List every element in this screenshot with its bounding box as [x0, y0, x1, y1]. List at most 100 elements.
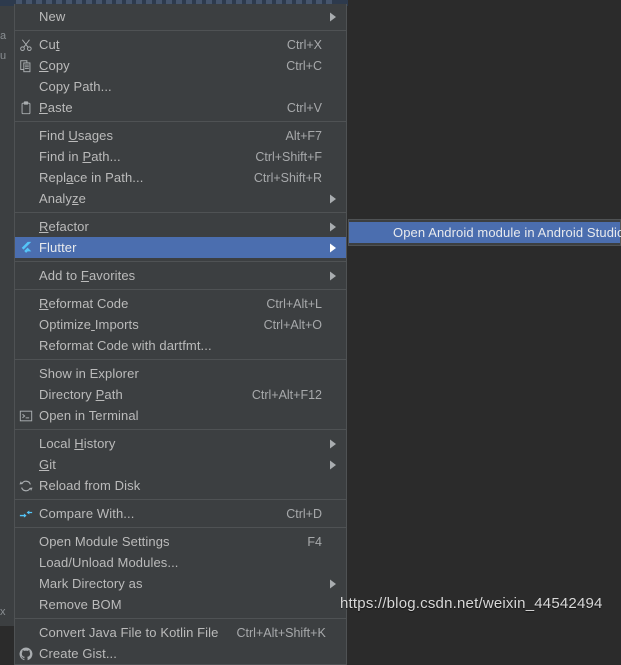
menu-item-label: Reformat Code [39, 296, 129, 311]
menu-separator [15, 527, 346, 528]
menu-item-label: Load/Unload Modules... [39, 555, 179, 570]
menu-separator [15, 429, 346, 430]
menu-item-label: Remove BOM [39, 597, 122, 612]
chevron-right-icon [326, 243, 340, 253]
menu-item-label: Add to Favorites [39, 268, 136, 283]
menu-separator [15, 121, 346, 122]
menu-item-label: Show in Explorer [39, 366, 139, 381]
menu-separator [15, 359, 346, 360]
compare-icon [15, 507, 37, 521]
menu-item-shortcut: F4 [307, 534, 322, 549]
menu-item-mark-directory-as[interactable]: Mark Directory as [15, 573, 346, 594]
chevron-right-icon [326, 222, 340, 232]
menu-item-shortcut: Alt+F7 [285, 128, 322, 143]
menu-item-shortcut: Ctrl+Alt+F12 [251, 387, 322, 402]
menu-item-replace-in-path[interactable]: Replace in Path... Ctrl+Shift+R [15, 167, 346, 188]
menu-item-label: Local History [39, 436, 116, 451]
menu-item-paste[interactable]: Paste Ctrl+V [15, 97, 346, 118]
background-ghost-text-3: x [0, 606, 6, 618]
menu-item-label: Analyze [39, 191, 86, 206]
menu-separator [15, 261, 346, 262]
scissors-icon [15, 38, 37, 52]
menu-item-label: Directory Path [39, 387, 123, 402]
menu-item-git[interactable]: Git [15, 454, 346, 475]
menu-item-label: Optimize Imports [39, 317, 139, 332]
menu-item-cut[interactable]: Cut Ctrl+X [15, 34, 346, 55]
chevron-right-icon [326, 194, 340, 204]
menu-item-label: Reload from Disk [39, 478, 141, 493]
menu-item-label: Refactor [39, 219, 89, 234]
watermark-url: https://blog.csdn.net/weixin_44542494 [340, 595, 603, 612]
menu-item-shortcut: Ctrl+C [286, 58, 322, 73]
menu-item-open-module-settings[interactable]: Open Module Settings F4 [15, 531, 346, 552]
screen-root: a u x New Cut Ctrl+X Copy Ctrl+C Copy Path...… [0, 0, 621, 665]
menu-item-label: Convert Java File to Kotlin File [39, 625, 219, 640]
flutter-submenu[interactable]: Open Android module in Android Studio [348, 219, 621, 246]
menu-item-add-to-favorites[interactable]: Add to Favorites [15, 265, 346, 286]
menu-item-flutter[interactable]: Flutter [15, 237, 346, 258]
menu-item-label: Open Android module in Android Studio [393, 225, 621, 240]
ide-background-strip [0, 0, 14, 626]
terminal-icon [15, 409, 37, 423]
menu-item-label: Copy Path... [39, 79, 112, 94]
background-ghost-text-2: u [0, 50, 7, 62]
menu-item-label: Find Usages [39, 128, 114, 143]
menu-item-label: Copy [39, 58, 70, 73]
clipboard-icon [15, 100, 37, 115]
chevron-right-icon [326, 579, 340, 589]
menu-item-shortcut: Ctrl+X [286, 37, 322, 52]
menu-item-label: Paste [39, 100, 73, 115]
chevron-right-icon [326, 12, 340, 22]
chevron-right-icon [326, 460, 340, 470]
menu-item-label: Open Module Settings [39, 534, 170, 549]
context-menu[interactable]: New Cut Ctrl+X Copy Ctrl+C Copy Path... Paste C… [14, 4, 347, 665]
menu-item-label: Find in Path... [39, 149, 121, 164]
menu-item-directory-path[interactable]: Directory Path Ctrl+Alt+F12 [15, 384, 346, 405]
menu-item-reload-from-disk[interactable]: Reload from Disk [15, 475, 346, 496]
menu-item-label: Reformat Code with dartfmt... [39, 338, 212, 353]
menu-item-label: Git [39, 457, 56, 472]
menu-item-open-in-terminal[interactable]: Open in Terminal [15, 405, 346, 426]
menu-item-label: Open in Terminal [39, 408, 139, 423]
menu-item-local-history[interactable]: Local History [15, 433, 346, 454]
menu-item-shortcut: Ctrl+D [286, 506, 322, 521]
menu-item-shortcut: Ctrl+Alt+L [266, 296, 322, 311]
menu-item-load-unload-modules[interactable]: Load/Unload Modules... [15, 552, 346, 573]
menu-item-refactor[interactable]: Refactor [15, 216, 346, 237]
menu-item-compare-with[interactable]: Compare With... Ctrl+D [15, 503, 346, 524]
reload-icon [15, 479, 37, 493]
menu-item-label: Flutter [39, 240, 77, 255]
chevron-right-icon [326, 439, 340, 449]
menu-item-shortcut: Ctrl+Alt+O [263, 317, 322, 332]
menu-item-shortcut: Ctrl+Shift+R [253, 170, 322, 185]
menu-item-reformat-code-with-dartfmt[interactable]: Reformat Code with dartfmt... [15, 335, 346, 356]
menu-item-reformat-code[interactable]: Reformat Code Ctrl+Alt+L [15, 293, 346, 314]
menu-item-label: Mark Directory as [39, 576, 143, 591]
menu-separator [15, 618, 346, 619]
menu-separator [15, 289, 346, 290]
submenu-item-open-android-module-in-android-studio[interactable]: Open Android module in Android Studio [349, 222, 621, 243]
menu-item-convert-java-file-to-kotlin-file[interactable]: Convert Java File to Kotlin File Ctrl+Alt… [15, 622, 346, 643]
copy-icon [15, 59, 37, 73]
background-ghost-text-1: a [0, 30, 7, 42]
menu-item-shortcut: Ctrl+V [286, 100, 322, 115]
menu-item-label: Cut [39, 37, 60, 52]
flutter-icon [15, 241, 37, 255]
menu-item-show-in-explorer[interactable]: Show in Explorer [15, 363, 346, 384]
menu-item-find-usages[interactable]: Find Usages Alt+F7 [15, 125, 346, 146]
menu-separator [15, 499, 346, 500]
menu-item-shortcut: Ctrl+Shift+F [255, 149, 322, 164]
menu-item-create-gist[interactable]: Create Gist... [15, 643, 346, 664]
menu-item-copy-path[interactable]: Copy Path... [15, 76, 346, 97]
menu-item-copy[interactable]: Copy Ctrl+C [15, 55, 346, 76]
menu-separator [15, 30, 346, 31]
menu-item-optimize-imports[interactable]: Optimize Imports Ctrl+Alt+O [15, 314, 346, 335]
chevron-right-icon [326, 271, 340, 281]
menu-item-shortcut: Ctrl+Alt+Shift+K [236, 625, 326, 640]
menu-item-new[interactable]: New [15, 6, 346, 27]
menu-item-find-in-path[interactable]: Find in Path... Ctrl+Shift+F [15, 146, 346, 167]
menu-item-remove-bom[interactable]: Remove BOM [15, 594, 346, 615]
menu-item-analyze[interactable]: Analyze [15, 188, 346, 209]
menu-item-label: Create Gist... [39, 646, 117, 661]
menu-item-label: Replace in Path... [39, 170, 144, 185]
